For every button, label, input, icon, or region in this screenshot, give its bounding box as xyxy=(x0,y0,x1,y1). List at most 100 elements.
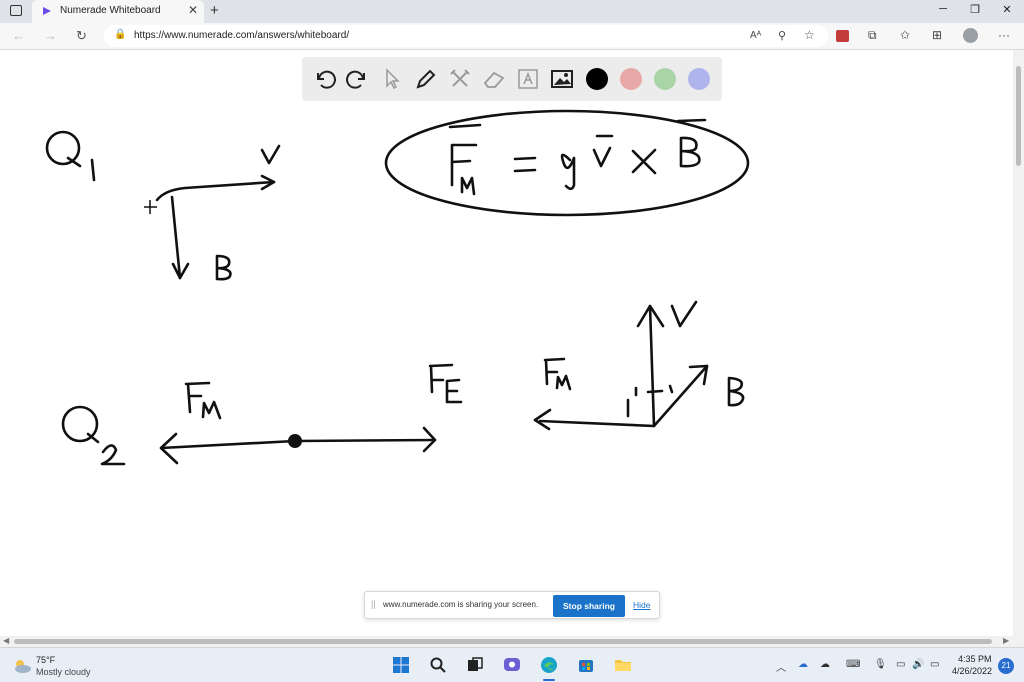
back-icon[interactable]: ← xyxy=(12,28,25,43)
q1-v-letter xyxy=(260,144,281,165)
pointer-icon[interactable] xyxy=(380,67,404,91)
formula-equals xyxy=(513,156,537,173)
address-bar[interactable]: 🔒 https://www.numerade.com/answers/white… xyxy=(104,25,828,47)
whiteboard-drawing[interactable] xyxy=(0,50,1013,636)
zoom-icon[interactable]: ⚲ xyxy=(778,29,786,42)
horizontal-scrollbar[interactable]: ◀ ▶ xyxy=(0,636,1024,647)
q2-subscript-2 xyxy=(100,444,126,466)
start-windows-icon[interactable] xyxy=(392,656,410,674)
tools-icon[interactable] xyxy=(448,67,472,91)
fm-arrow-shaft xyxy=(538,419,656,428)
color-black-swatch[interactable] xyxy=(586,68,608,90)
navigation-bar: ← → ↻ 🔒 https://www.numerade.com/answers… xyxy=(0,23,1024,50)
formula-oval xyxy=(384,109,750,217)
tab-numerade-whiteboard[interactable]: Numerade Whiteboard ✕ xyxy=(32,0,204,23)
formula-m-subscript xyxy=(460,176,476,196)
formula-cross xyxy=(631,148,657,175)
extensions-icon[interactable]: ⧉ xyxy=(868,28,877,43)
favorites-icon[interactable]: ✩ xyxy=(900,28,910,42)
stop-sharing-button[interactable]: Stop sharing xyxy=(553,595,625,617)
search-icon[interactable] xyxy=(429,656,447,674)
formula-q-letter xyxy=(560,153,576,191)
edge-browser-icon[interactable] xyxy=(540,656,558,674)
clock-date[interactable]: 4/26/2022 xyxy=(952,666,992,676)
favorite-star-icon[interactable]: ☆ xyxy=(804,28,815,42)
refresh-icon[interactable]: ↻ xyxy=(76,28,87,44)
fe-e-letter xyxy=(445,378,463,404)
scroll-right-icon[interactable]: ▶ xyxy=(1003,636,1009,645)
right-b-letter xyxy=(727,376,745,407)
more-menu-icon[interactable]: ··· xyxy=(998,28,1010,42)
screen-sharing-banner: || www.numerade.com is sharing your scre… xyxy=(364,591,660,619)
whiteboard-canvas[interactable]: || www.numerade.com is sharing your scre… xyxy=(0,50,1013,636)
notification-badge[interactable]: 21 xyxy=(998,658,1014,674)
new-tab-button[interactable]: + xyxy=(210,2,219,19)
text-box-icon[interactable] xyxy=(516,67,540,91)
eraser-icon[interactable] xyxy=(482,67,506,91)
cursor-crosshair-icon xyxy=(144,200,157,214)
image-icon[interactable] xyxy=(550,67,574,91)
q1-letter-q xyxy=(45,130,81,166)
tab-title: Numerade Whiteboard xyxy=(60,5,161,16)
b-arrow-shaft xyxy=(652,364,709,428)
taskbar: 75°F Mostly cloudy ︿ ☁ ☁ ⌨ 🎙 ▭ 🔊 ▭ 4:35 … xyxy=(0,647,1024,682)
color-green-swatch[interactable] xyxy=(654,68,676,90)
extension-badge-icon[interactable] xyxy=(836,30,849,42)
fm-right-f xyxy=(543,357,566,386)
edge-active-indicator xyxy=(543,679,555,681)
vertical-scrollbar[interactable] xyxy=(1013,50,1024,636)
onedrive-icon[interactable]: ☁ xyxy=(820,659,830,670)
v-arrow-shaft xyxy=(648,304,656,428)
show-hidden-icons-chevron-icon[interactable]: ︿ xyxy=(776,659,786,674)
formula-v-letter xyxy=(592,134,614,168)
task-view-icon[interactable] xyxy=(466,656,484,674)
redo-icon[interactable] xyxy=(346,67,370,91)
pen-icon[interactable] xyxy=(414,67,438,91)
undo-icon[interactable] xyxy=(312,67,336,91)
weather-description[interactable]: Mostly cloudy xyxy=(36,667,91,677)
battery-icon[interactable]: ▭ xyxy=(930,659,939,670)
fm-right-m xyxy=(555,374,572,391)
forward-icon[interactable]: → xyxy=(44,28,57,43)
close-window-button[interactable]: ✕ xyxy=(992,3,1022,16)
microphone-icon[interactable]: 🎙 xyxy=(874,659,887,670)
color-pink-swatch[interactable] xyxy=(620,68,642,90)
vertical-scroll-thumb[interactable] xyxy=(1016,66,1021,166)
q1-subscript-1 xyxy=(90,158,96,182)
weather-temperature[interactable]: 75°F xyxy=(36,655,55,665)
q1-velocity-arrow xyxy=(155,180,276,202)
tab-close-icon[interactable]: ✕ xyxy=(188,3,198,17)
read-aloud-icon[interactable]: Aᴬ xyxy=(750,30,761,41)
address-url[interactable]: https://www.numerade.com/answers/whitebo… xyxy=(134,30,349,41)
whiteboard-toolbar xyxy=(302,57,722,101)
numerade-favicon-icon xyxy=(43,7,51,15)
fm-left-m xyxy=(201,400,222,420)
weather-cloud-icon[interactable] xyxy=(12,658,32,674)
right-v-letter xyxy=(670,300,698,328)
keyboard-icon[interactable]: ⌨ xyxy=(846,659,860,670)
restore-button[interactable]: ❐ xyxy=(960,3,990,16)
volume-icon[interactable]: 🔊 xyxy=(912,659,924,670)
color-lavender-swatch[interactable] xyxy=(688,68,710,90)
collections-icon[interactable]: ⊞ xyxy=(932,28,942,42)
drag-handle-icon[interactable]: || xyxy=(371,599,376,609)
hide-link[interactable]: Hide xyxy=(633,600,650,610)
cloud-sync-icon[interactable]: ☁ xyxy=(798,659,808,670)
fe-f-letter xyxy=(428,363,454,394)
teams-chat-icon[interactable] xyxy=(503,656,521,674)
q1-b-letter xyxy=(215,254,232,281)
charge-dot xyxy=(288,434,302,448)
tab-strip: Numerade Whiteboard ✕ + ─ ❐ ✕ xyxy=(0,0,1024,23)
sharing-message: www.numerade.com is sharing your screen. xyxy=(383,600,539,609)
horizontal-scroll-thumb[interactable] xyxy=(14,639,992,644)
store-icon[interactable] xyxy=(577,656,595,674)
fm-arrowhead xyxy=(533,408,552,431)
tab-actions-icon[interactable] xyxy=(10,5,22,16)
network-icon[interactable]: ▭ xyxy=(896,659,905,670)
lock-icon[interactable]: 🔒 xyxy=(114,29,126,40)
file-explorer-icon[interactable] xyxy=(614,656,632,674)
profile-avatar[interactable] xyxy=(963,28,978,43)
scroll-left-icon[interactable]: ◀ xyxy=(3,636,9,645)
minimize-button[interactable]: ─ xyxy=(928,3,958,15)
clock-time[interactable]: 4:35 PM xyxy=(958,654,992,664)
